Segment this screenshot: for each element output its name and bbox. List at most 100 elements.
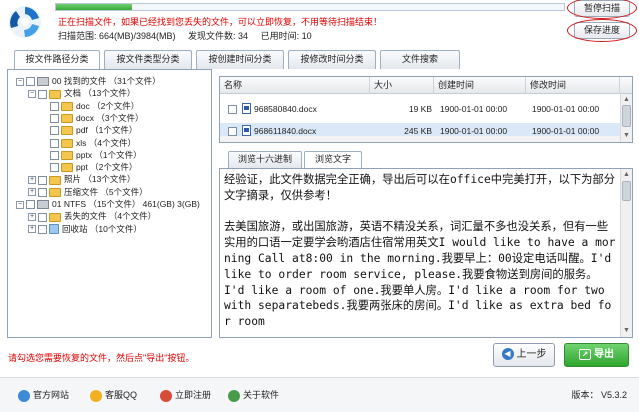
about-link[interactable]: 关于软件 xyxy=(228,388,279,402)
found-file-count: 发现文件数: 34 xyxy=(188,31,249,41)
tree-item[interactable]: docx （3个文件） xyxy=(40,112,144,124)
save-progress-button[interactable]: 保存进度 xyxy=(574,22,630,39)
export-label: 导出 xyxy=(594,349,614,360)
row-checkbox[interactable] xyxy=(228,105,237,114)
qq-penguin-icon xyxy=(90,389,102,402)
tree-toggle-icon[interactable]: + xyxy=(28,176,36,185)
tree-item-label: docx （3个文件） xyxy=(76,112,144,123)
tree-checkbox[interactable] xyxy=(38,224,47,234)
tree-item[interactable]: − 00 找到的文件 （31个文件） xyxy=(16,75,161,87)
tree-checkbox[interactable] xyxy=(50,126,59,136)
folder-tree: − 00 找到的文件 （31个文件） − 文档 （13个文件） doc （2个文件） do… xyxy=(7,69,212,338)
tree-toggle-icon[interactable]: − xyxy=(16,77,24,86)
drive-icon xyxy=(37,77,49,87)
row-checkbox[interactable] xyxy=(228,127,237,136)
scan-range: 扫描范围: 664(MB)/3984(MB) xyxy=(58,31,176,41)
tree-item[interactable]: − 01 NTFS （15个文件） 461(GB) 3(GB) xyxy=(16,198,200,210)
about-label: 关于软件 xyxy=(243,390,280,400)
file-list-header: 名称 大小 创建时间 修改时间 xyxy=(220,77,632,94)
tree-item[interactable]: doc （2个文件） xyxy=(40,100,139,112)
tree-item-label: 文档 （13个文件） xyxy=(64,88,136,99)
official-site-label: 官方网站 xyxy=(33,390,70,400)
tab-by-modified[interactable]: 按修改时间分类 xyxy=(288,50,376,69)
tree-item[interactable]: + 压缩文件 （5个文件） xyxy=(28,186,148,198)
tree-item-label: pdf （1个文件） xyxy=(76,125,138,136)
tree-item-label: 01 NTFS （15个文件） 461(GB) 3(GB) xyxy=(52,199,200,209)
export-button[interactable]: ↗ 导出 xyxy=(564,343,629,367)
tree-toggle-icon[interactable]: − xyxy=(16,200,24,209)
preview-scrollbar[interactable]: ▲ ▼ xyxy=(620,169,632,337)
table-row[interactable]: 968580840.docx 19 KB 1900-01-01 00:00 1900-… xyxy=(220,101,620,118)
tree-item[interactable]: + 丢失的文件 （4个文件） xyxy=(28,210,156,222)
tree-item-label: 压缩文件 （5个文件） xyxy=(64,186,148,197)
export-icon: ↗ xyxy=(579,348,591,360)
folder-icon xyxy=(49,175,61,185)
tab-file-search[interactable]: 文件搜索 xyxy=(380,50,460,69)
column-created[interactable]: 创建时间 xyxy=(434,77,526,94)
register-link[interactable]: 立即注册 xyxy=(160,388,211,402)
support-qq-link[interactable]: 客服QQ xyxy=(90,388,137,402)
scroll-thumb[interactable] xyxy=(622,105,631,127)
scroll-down-icon[interactable]: ▼ xyxy=(622,131,631,140)
tab-preview-hex[interactable]: 浏览十六进制 xyxy=(228,151,302,168)
official-site-link[interactable]: 官方网站 xyxy=(18,388,69,402)
tree-checkbox[interactable] xyxy=(50,163,59,173)
preview-panel: 经验证，此文件数据完全正确，导出后可以在office中完美打开，以下为部分文字摘… xyxy=(219,168,633,338)
tree-item[interactable]: + 照片 （13个文件） xyxy=(28,173,135,185)
register-label: 立即注册 xyxy=(175,390,212,400)
tree-toggle-icon[interactable]: + xyxy=(28,213,36,222)
version-text: 版本： V5.3.2 xyxy=(571,390,627,400)
folder-icon xyxy=(49,187,61,197)
tree-checkbox[interactable] xyxy=(38,187,47,197)
word-document-icon xyxy=(242,125,251,136)
tree-checkbox[interactable] xyxy=(50,151,59,161)
tree-item-label: 照片 （13个文件） xyxy=(64,174,136,185)
file-list-scrollbar[interactable]: ▲ ▼ xyxy=(620,94,632,142)
scan-info: 扫描范围: 664(MB)/3984(MB) 发现文件数: 34 已用时间: 1… xyxy=(58,29,322,42)
cell-name: 968580840.docx xyxy=(254,104,317,114)
pause-scan-button[interactable]: 暂停扫描 xyxy=(574,0,630,17)
preview-scroll-down-icon[interactable]: ▼ xyxy=(622,326,631,335)
tree-checkbox[interactable] xyxy=(38,89,47,99)
folder-icon xyxy=(61,138,73,148)
file-list-hscroll[interactable] xyxy=(220,136,620,142)
tab-by-created[interactable]: 按创建时间分类 xyxy=(196,50,284,69)
file-list: 名称 大小 创建时间 修改时间 968580840.docx 19 KB 1900-… xyxy=(219,76,633,143)
app-logo-icon xyxy=(9,6,41,38)
tree-item[interactable]: ppt （2个文件） xyxy=(40,161,137,173)
tree-toggle-icon[interactable]: + xyxy=(28,188,36,197)
header-bar: 正在扫描文件，如果已经找到您丢失的文件，可以立即恢复，不用等待扫描结束！ 扫描范… xyxy=(0,0,639,44)
tree-item-label: doc （2个文件） xyxy=(76,100,140,111)
tree-item-label: 00 找到的文件 （31个文件） xyxy=(52,76,161,86)
tree-item[interactable]: pptx （1个文件） xyxy=(40,149,142,161)
tree-item[interactable]: xls （4个文件） xyxy=(40,137,136,149)
tree-checkbox[interactable] xyxy=(50,114,59,124)
tab-preview-text[interactable]: 浏览文字 xyxy=(304,151,362,168)
column-size[interactable]: 大小 xyxy=(370,77,434,94)
tree-checkbox[interactable] xyxy=(38,212,47,222)
tab-by-path[interactable]: 按文件路径分类 xyxy=(14,50,100,70)
folder-icon xyxy=(61,163,73,173)
support-qq-label: 客服QQ xyxy=(105,390,138,400)
tree-toggle-icon[interactable]: − xyxy=(28,90,36,99)
scroll-up-icon[interactable]: ▲ xyxy=(622,95,631,104)
tree-checkbox[interactable] xyxy=(26,77,35,87)
preview-scroll-up-icon[interactable]: ▲ xyxy=(622,170,631,179)
preview-scroll-thumb[interactable] xyxy=(622,181,631,201)
tab-by-type[interactable]: 按文件类型分类 xyxy=(104,50,192,69)
column-modified[interactable]: 修改时间 xyxy=(526,77,620,94)
tree-item-label: ppt （2个文件） xyxy=(76,162,138,173)
tree-item[interactable]: + 回收站 （10个文件） xyxy=(28,223,142,235)
tree-toggle-icon[interactable]: + xyxy=(28,225,36,234)
tree-checkbox[interactable] xyxy=(38,175,47,185)
tree-checkbox[interactable] xyxy=(26,200,35,210)
scan-progress-fill xyxy=(56,4,133,10)
tree-checkbox[interactable] xyxy=(50,101,59,111)
column-name[interactable]: 名称 xyxy=(220,77,370,94)
tree-item[interactable]: − 文档 （13个文件） xyxy=(28,87,135,99)
tree-item-label: 丢失的文件 （4个文件） xyxy=(64,211,157,222)
previous-step-button[interactable]: ◀ 上一步 xyxy=(493,343,555,367)
tree-checkbox[interactable] xyxy=(50,138,59,148)
tree-item[interactable]: pdf （1个文件） xyxy=(40,124,137,136)
folder-icon xyxy=(61,151,73,161)
